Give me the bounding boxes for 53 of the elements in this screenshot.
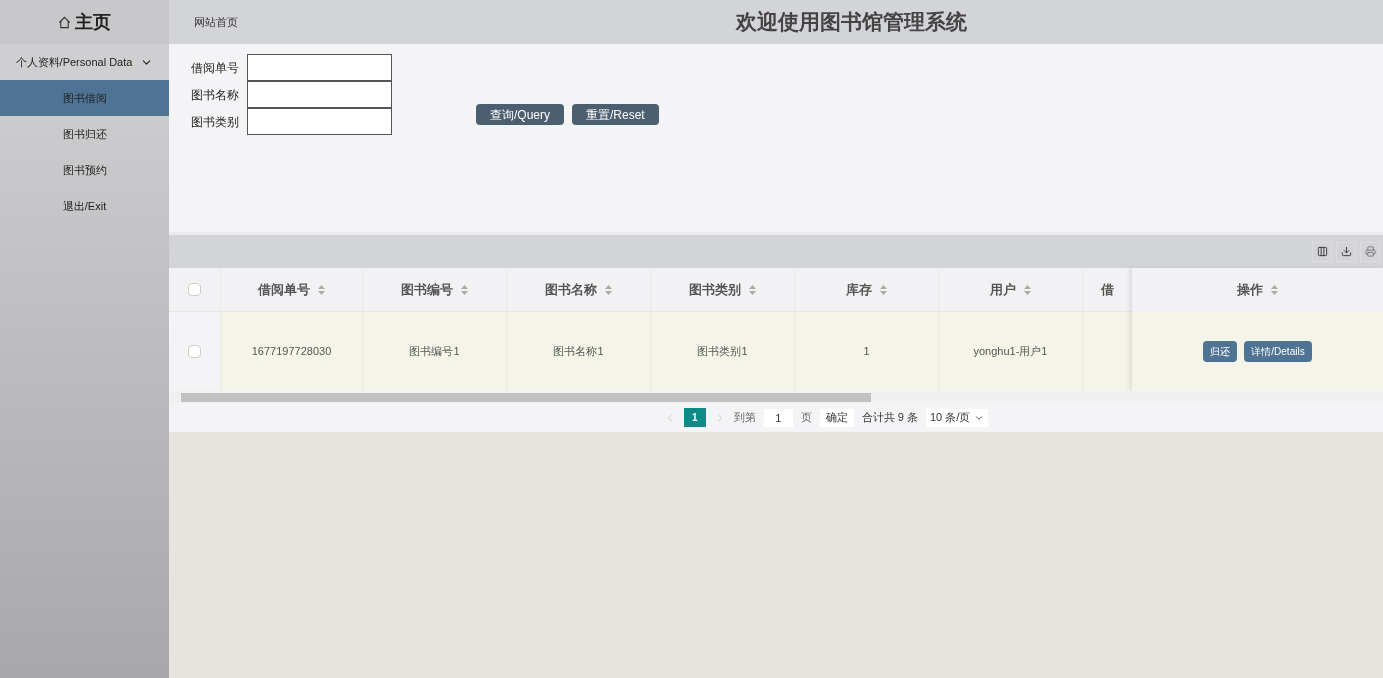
checkbox[interactable] (188, 345, 201, 358)
export-button[interactable] (1336, 241, 1356, 262)
table-cell-text: 1677197728030 (251, 344, 332, 360)
page-unit: 页 (800, 410, 812, 426)
table-cell-text: 图书名称1 (553, 344, 604, 360)
query-button[interactable]: 查询/Query (476, 104, 564, 125)
reset-button[interactable]: 重置/Reset (572, 104, 659, 125)
column-header[interactable]: 用户 (938, 268, 1082, 311)
sort-icon[interactable] (605, 284, 612, 295)
print-button[interactable] (1360, 241, 1380, 262)
column-header[interactable]: 操作 (1132, 268, 1383, 312)
details-button[interactable]: 详情/Details (1244, 341, 1312, 362)
total-count: 合计共 9 条 (861, 410, 918, 426)
page-input[interactable]: 1 (763, 408, 793, 427)
column-header[interactable]: 图书类别 (650, 268, 794, 311)
columns-button[interactable] (1312, 241, 1332, 262)
columns-icon (1316, 246, 1328, 257)
return-button[interactable]: 归还 (1203, 341, 1238, 362)
table-cell-text: 图书类别1 (697, 344, 748, 360)
breadcrumb-link[interactable]: 网站首页 (194, 13, 238, 31)
column-header[interactable]: 图书名称 (506, 268, 650, 311)
menu-item[interactable]: 图书预约 (0, 152, 169, 188)
sort-icon[interactable] (318, 284, 325, 295)
column-header[interactable]: 借阅单号 (220, 268, 362, 311)
field-label: 借阅单号 (191, 59, 240, 77)
table-cell-text: 图书编号1 (409, 344, 460, 360)
page-title: 欢迎使用图书馆管理系统 (736, 9, 967, 36)
confirm-button[interactable]: 确定 (819, 408, 854, 427)
table-cell-text: yonghu1-用户1 (973, 344, 1048, 360)
input-field[interactable] (247, 54, 392, 81)
page-button[interactable]: 1 (683, 408, 706, 427)
sort-icon[interactable] (1024, 284, 1031, 295)
menu-item[interactable]: 图书归还 (0, 116, 169, 152)
checkbox[interactable] (188, 283, 201, 296)
print-icon (1364, 246, 1376, 257)
home-icon (58, 15, 71, 29)
column-header[interactable]: 库存 (794, 268, 938, 311)
field-label: 图书类别 (191, 113, 240, 131)
home-link[interactable]: 主页 (0, 0, 169, 44)
sort-icon[interactable] (880, 284, 887, 295)
column-header[interactable]: 图书编号 (362, 268, 506, 311)
table-cell-text: 1 (863, 344, 870, 360)
menu-item[interactable]: 退出/Exit (0, 188, 169, 224)
sort-icon[interactable] (1271, 285, 1278, 295)
download-icon (1340, 246, 1352, 257)
field-label: 图书名称 (191, 86, 240, 104)
sort-icon[interactable] (461, 284, 468, 295)
goto-label: 到第 (733, 410, 756, 426)
input-field[interactable] (247, 108, 392, 135)
sort-icon[interactable] (749, 284, 756, 295)
page-size-select[interactable]: 10 条/页 (925, 408, 989, 427)
horizontal-scrollbar[interactable] (169, 391, 1383, 403)
input-field[interactable] (247, 81, 392, 108)
